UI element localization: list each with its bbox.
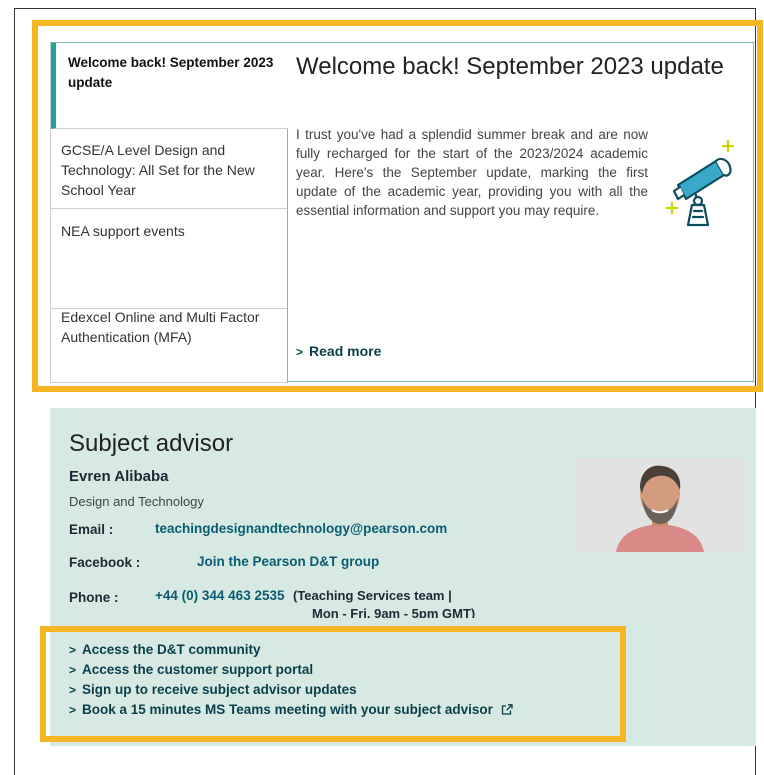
link-subject-advisor-updates[interactable]: > Sign up to receive subject advisor upda… [69, 680, 513, 700]
facebook-link[interactable]: Join the Pearson D&T group [197, 554, 379, 569]
link-label: Sign up to receive subject advisor updat… [82, 682, 357, 697]
news-panel: Welcome back! September 2023 update GCSE… [50, 42, 754, 383]
news-tab-list: Welcome back! September 2023 update GCSE… [50, 43, 288, 383]
facebook-label: Facebook : [69, 555, 141, 570]
link-dt-community[interactable]: > Access the D&T community [69, 640, 513, 660]
link-label: Access the customer support portal [82, 662, 314, 677]
telescope-icon [666, 139, 735, 227]
tab-label: NEA support events [61, 223, 185, 239]
tab-nea-support-events[interactable]: NEA support events [51, 209, 288, 309]
link-label: Access the D&T community [82, 642, 261, 657]
advisor-portrait-image [576, 458, 746, 552]
chevron-right-icon: > [296, 345, 304, 359]
link-book-teams-meeting[interactable]: > Book a 15 minutes MS Teams meeting with… [69, 700, 513, 720]
link-customer-support-portal[interactable]: > Access the customer support portal [69, 660, 513, 680]
tab-label: Edexcel Online and Multi Factor Authenti… [61, 309, 260, 345]
chevron-right-icon: > [69, 683, 77, 697]
advisor-photo [576, 458, 746, 552]
news-title: Welcome back! September 2023 update [296, 53, 724, 80]
phone-note: (Teaching Services team | [293, 588, 452, 603]
chevron-right-icon: > [69, 703, 77, 717]
subject-advisor-panel: Subject advisor Evren Alibaba Design and… [50, 408, 756, 746]
email-link[interactable]: teachingdesignandtechnology@pearson.com [155, 521, 447, 536]
tab-edexcel-online-mfa[interactable]: Edexcel Online and Multi Factor Authenti… [51, 309, 288, 383]
tab-label: GCSE/A Level Design and Technology: All … [61, 142, 255, 198]
advisor-name: Evren Alibaba [69, 468, 169, 485]
news-body: I trust you've had a splendid summer bre… [296, 127, 648, 218]
advisor-subject: Design and Technology [69, 494, 204, 509]
advisor-title: Subject advisor [69, 430, 234, 457]
news-content: Welcome back! September 2023 update I tr… [296, 53, 736, 227]
read-more-link[interactable]: > Read more [296, 343, 381, 359]
tab-welcome-back[interactable]: Welcome back! September 2023 update [51, 43, 288, 129]
tab-gcse-a-level[interactable]: GCSE/A Level Design and Technology: All … [51, 129, 288, 209]
email-label: Email : [69, 522, 114, 537]
link-label: Book a 15 minutes MS Teams meeting with … [82, 702, 493, 717]
phone-number: +44 (0) 344 463 2535 [155, 588, 285, 603]
tab-label: Welcome back! September 2023 update [68, 55, 274, 90]
external-link-icon [501, 704, 513, 715]
chevron-right-icon: > [69, 643, 77, 657]
advisor-links: > Access the D&T community > Access the cu… [69, 640, 513, 720]
read-more-label: Read more [309, 343, 382, 359]
chevron-right-icon: > [69, 663, 77, 677]
phone-hours: Mon - Fri, 9am - 5pm GMT) [312, 606, 476, 618]
phone-label: Phone : [69, 590, 119, 605]
